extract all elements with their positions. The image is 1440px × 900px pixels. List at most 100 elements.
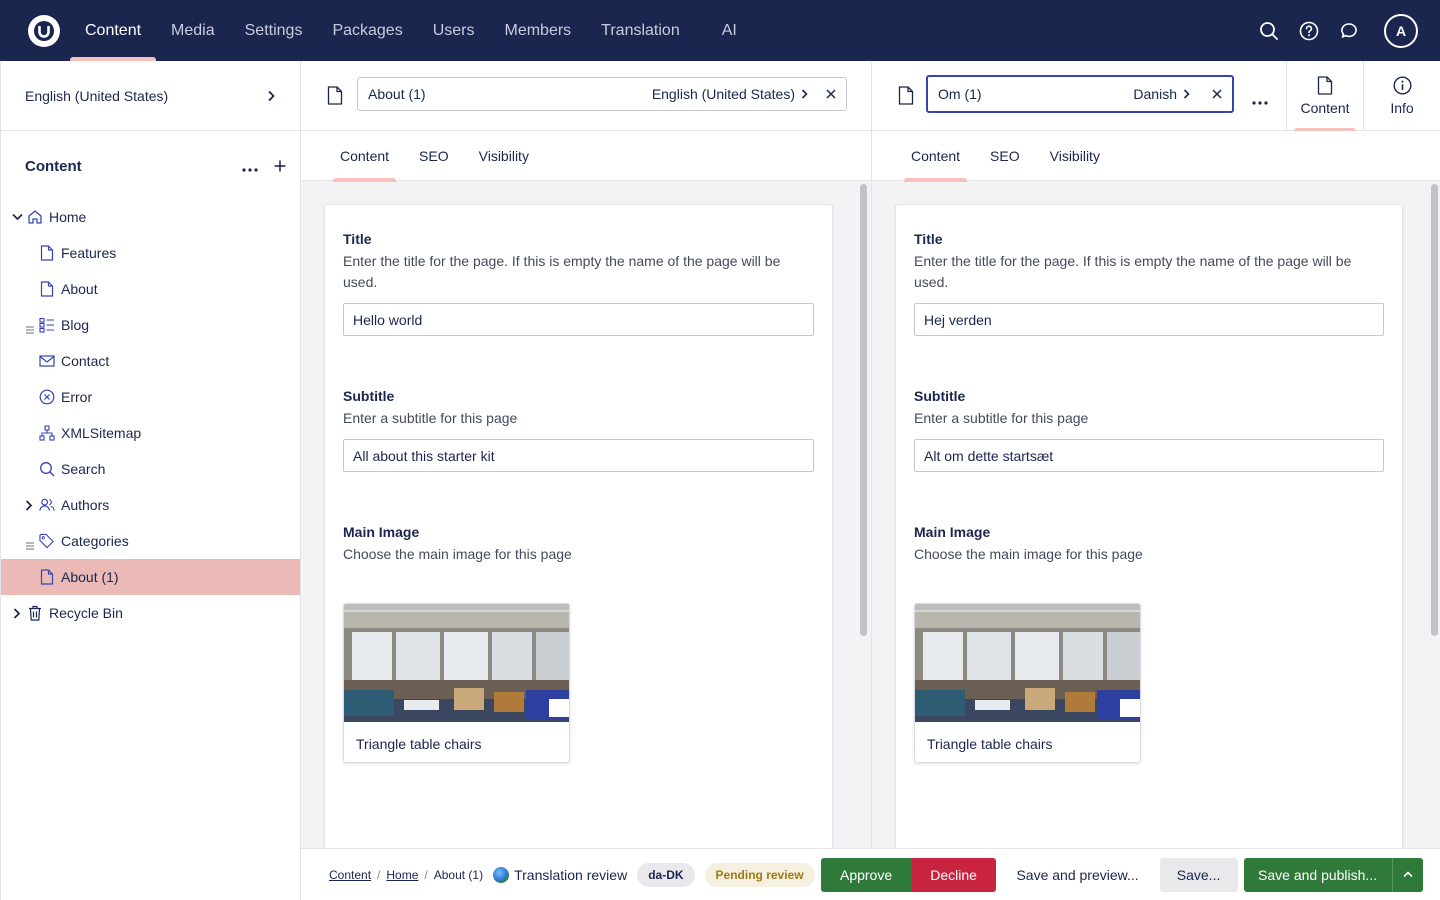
properties-card: Title Enter the title for the page. If t… [895, 204, 1403, 848]
tree-item-label: Blog [61, 317, 90, 333]
tree-item-categories[interactable]: Categories [1, 523, 300, 559]
chevron-right-icon[interactable] [23, 499, 35, 511]
approve-button[interactable]: Approve [820, 857, 912, 892]
property-description: Enter the title for the page. If this is… [914, 253, 1352, 290]
nav-translation[interactable]: Translation [586, 0, 695, 61]
subtitle-input[interactable]: Alt om dette startsæt [914, 439, 1384, 472]
home-icon [27, 209, 43, 225]
view-label: Content [1300, 100, 1350, 116]
search-icon[interactable] [1258, 20, 1280, 42]
top-header: Content Media Settings Packages Users Me… [0, 0, 1440, 61]
tree-item-label: Contact [61, 353, 110, 369]
input-value: Alt om dette startsæt [924, 447, 1054, 464]
tree-item-label: Authors [61, 497, 110, 513]
decline-button[interactable]: Decline [911, 857, 996, 892]
content-tree: Home Features About Blog Contact Error X… [1, 199, 300, 631]
tab-visibility[interactable]: Visibility [1041, 131, 1109, 181]
mail-icon [39, 353, 55, 369]
nav-packages[interactable]: Packages [317, 0, 417, 61]
close-icon[interactable] [826, 86, 836, 102]
subtitle-property: Subtitle Enter a subtitle for this page … [343, 388, 814, 472]
name-input[interactable]: About (1) English (United States) [357, 77, 847, 111]
more-actions-icon[interactable] [242, 156, 258, 177]
info-icon [1392, 76, 1412, 95]
tree-item-blog[interactable]: Blog [1, 307, 300, 343]
breadcrumb: Content / Home / About (1) [329, 868, 483, 882]
umbraco-logo-icon[interactable] [28, 14, 60, 47]
title-input[interactable]: Hej verden [914, 303, 1384, 336]
property-label: Main Image [343, 524, 420, 540]
tree-item-contact[interactable]: Contact [1, 343, 300, 379]
nav-users[interactable]: Users [418, 0, 490, 61]
tree-item-label: Features [61, 245, 117, 261]
chevron-down-icon[interactable] [11, 211, 23, 223]
sitemap-icon [39, 425, 55, 441]
user-avatar[interactable]: A [1384, 13, 1418, 48]
nav-members[interactable]: Members [489, 0, 586, 61]
tree-item-label: Recycle Bin [49, 605, 123, 621]
scrollbar[interactable] [860, 184, 867, 636]
nav-ai[interactable]: AI [707, 0, 752, 61]
variant-selector[interactable]: English (United States) [652, 86, 808, 102]
tab-content[interactable]: Content [902, 131, 969, 182]
tab-seo[interactable]: SEO [410, 131, 458, 181]
close-icon[interactable] [1212, 86, 1222, 102]
tree-item-search[interactable]: Search [1, 451, 300, 487]
tab-content[interactable]: Content [331, 131, 398, 182]
tree-item-home[interactable]: Home [1, 199, 300, 235]
title-input[interactable]: Hello world [343, 303, 814, 336]
tree-item-features[interactable]: Features [1, 235, 300, 271]
breadcrumb-current: About (1) [433, 867, 484, 882]
chevron-right-icon[interactable] [11, 607, 23, 619]
media-item-card[interactable]: Triangle table chairs [914, 603, 1141, 763]
property-label: Subtitle [343, 388, 395, 404]
property-description: Choose the main image for this page [343, 546, 572, 562]
scrollbar[interactable] [1431, 184, 1438, 636]
nav-settings[interactable]: Settings [230, 0, 318, 61]
chat-icon[interactable] [1338, 20, 1360, 42]
view-content[interactable]: Content [1286, 61, 1363, 132]
publish-options-button[interactable] [1391, 857, 1423, 892]
variant-selector[interactable]: Danish [1133, 86, 1190, 102]
save-button[interactable]: Save... [1159, 857, 1238, 892]
subtitle-input[interactable]: All about this starter kit [343, 439, 814, 472]
tree-item-recycle-bin[interactable]: Recycle Bin [1, 595, 300, 631]
add-icon[interactable] [274, 156, 286, 177]
document-icon [1317, 76, 1333, 95]
chevron-right-icon [268, 90, 275, 101]
header-tools: A [1258, 0, 1418, 61]
name-input[interactable]: Om (1) Danish [926, 75, 1234, 113]
tree-item-about-1[interactable]: About (1) [1, 559, 300, 595]
language-selector[interactable]: English (United States) [1, 61, 300, 131]
media-caption: Triangle table chairs [356, 736, 482, 752]
tab-visibility[interactable]: Visibility [470, 131, 538, 181]
tree-item-about[interactable]: About [1, 271, 300, 307]
property-description: Enter the title for the page. If this is… [343, 253, 781, 290]
property-label: Title [914, 231, 943, 247]
tab-seo[interactable]: SEO [981, 131, 1029, 181]
chevron-right-icon [1183, 89, 1190, 99]
nav-media[interactable]: Media [156, 0, 230, 61]
save-and-publish-button[interactable]: Save and publish... [1243, 857, 1392, 892]
tree-item-xmlsitemap[interactable]: XMLSitemap [1, 415, 300, 451]
chevron-up-icon [1402, 871, 1413, 878]
list-view-indicator-icon [26, 537, 34, 550]
media-caption: Triangle table chairs [927, 736, 1053, 752]
footer-actions: Content / Home / About (1) Translation r… [301, 848, 1440, 900]
document-icon [39, 245, 55, 261]
property-description: Choose the main image for this page [914, 546, 1143, 562]
media-item-card[interactable]: Triangle table chairs [343, 603, 570, 763]
help-icon[interactable] [1298, 20, 1320, 42]
variant-language: English (United States) [651, 86, 795, 102]
more-actions-icon[interactable] [1252, 92, 1268, 108]
tree-item-label: XMLSitemap [61, 425, 142, 441]
breadcrumb-link-home[interactable]: Home [386, 868, 418, 882]
tree-item-error[interactable]: Error [1, 379, 300, 415]
breadcrumb-link-content[interactable]: Content [329, 868, 371, 882]
save-and-preview-button[interactable]: Save and preview... [1008, 858, 1148, 892]
main-nav: Content Media Settings Packages Users Me… [70, 0, 752, 61]
tree-item-authors[interactable]: Authors [1, 487, 300, 523]
nav-content[interactable]: Content [70, 0, 157, 61]
view-info[interactable]: Info [1363, 61, 1440, 131]
property-description: Enter a subtitle for this page [343, 410, 518, 426]
